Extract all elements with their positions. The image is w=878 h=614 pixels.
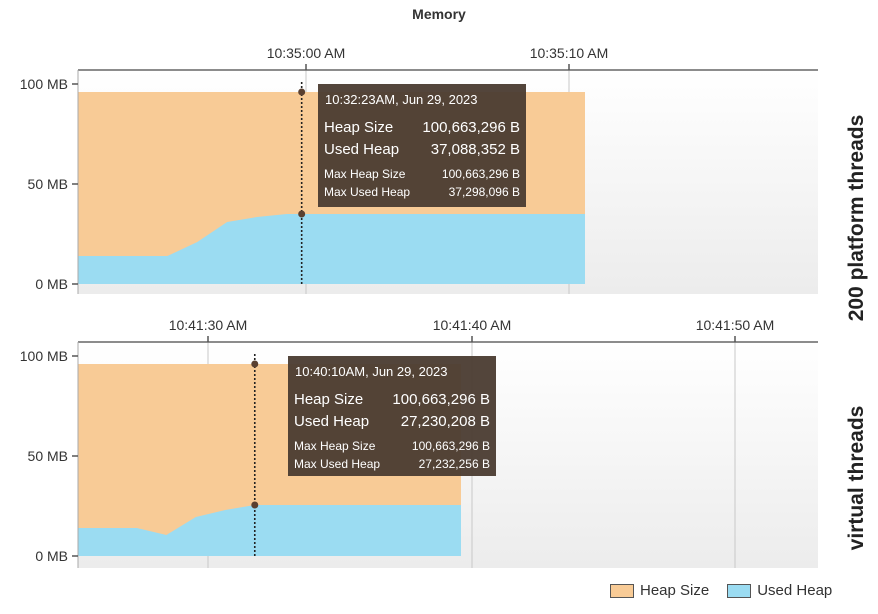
- tooltip-value-0-0: 100,663,296 B: [422, 119, 520, 136]
- legend-label-used-heap: Used Heap: [757, 582, 833, 599]
- x-tick-label-0-1: 10:35:10 AM: [530, 45, 609, 61]
- tooltip-small-label-0-0: Max Heap Size: [324, 167, 406, 181]
- legend: Heap Size Used Heap: [610, 582, 832, 599]
- tooltip-small-value-1-0: 100,663,296 B: [412, 439, 490, 453]
- tooltip-label-0-0: Heap Size: [324, 119, 393, 136]
- tooltip-small-value-0-0: 100,663,296 B: [442, 167, 520, 181]
- cursor-marker-heap-0: [298, 88, 306, 96]
- y-tick-label-1-0: 0 MB: [35, 548, 68, 564]
- y-tick-label-0-1: 50 MB: [28, 176, 68, 192]
- x-tick-label-1-2: 10:41:50 AM: [696, 317, 775, 333]
- tooltip-header-1: 10:40:10AM, Jun 29, 2023: [295, 364, 448, 379]
- legend-label-heap-size: Heap Size: [640, 582, 710, 599]
- cursor-marker-used-1: [251, 501, 259, 509]
- tooltip-small-value-1-1: 27,232,256 B: [419, 457, 490, 471]
- tooltip-small-label-1-0: Max Heap Size: [294, 439, 376, 453]
- y-tick-label-0-2: 100 MB: [20, 76, 68, 92]
- side-label-platform: 200 platform threads: [845, 114, 868, 322]
- tooltip-value-1-1: 27,230,208 B: [401, 413, 490, 430]
- tooltip-small-value-0-1: 37,298,096 B: [449, 185, 520, 199]
- memory-charts-svg: 10:35:00 AM 10:35:10 AM 0 MB 50 MB 100 MB 10:…: [20, 45, 818, 568]
- y-tick-label-1-2: 100 MB: [20, 348, 68, 364]
- cursor-marker-heap-1: [251, 360, 259, 368]
- x-tick-label-1-0: 10:41:30 AM: [169, 317, 248, 333]
- tooltip-value-1-0: 100,663,296 B: [392, 391, 490, 408]
- cursor-marker-used-0: [298, 210, 306, 218]
- legend-item-used-heap[interactable]: Used Heap: [727, 582, 832, 599]
- legend-swatch-heap-size: [610, 583, 634, 598]
- tooltip-label-1-0: Heap Size: [294, 391, 363, 408]
- tooltip-label-0-1: Used Heap: [324, 141, 399, 158]
- tooltip-small-label-0-1: Max Used Heap: [324, 185, 410, 199]
- tooltip-small-label-1-1: Max Used Heap: [294, 457, 380, 471]
- legend-swatch-used-heap: [727, 583, 752, 598]
- tooltip-value-0-1: 37,088,352 B: [431, 141, 520, 158]
- x-tick-label-0-0: 10:35:00 AM: [267, 45, 346, 61]
- y-tick-label-1-1: 50 MB: [28, 448, 68, 464]
- memory-chart-page: Memory 10:35:00 AM 10:35:10 AM 0 MB 50 MB 10…: [0, 0, 878, 614]
- tooltip-header-0: 10:32:23AM, Jun 29, 2023: [325, 92, 478, 107]
- side-label-virtual: virtual threads: [845, 405, 868, 551]
- x-tick-label-1-1: 10:41:40 AM: [433, 317, 512, 333]
- y-tick-label-0-0: 0 MB: [35, 276, 68, 292]
- tooltip-label-1-1: Used Heap: [294, 413, 369, 430]
- legend-item-heap-size[interactable]: Heap Size: [610, 582, 709, 599]
